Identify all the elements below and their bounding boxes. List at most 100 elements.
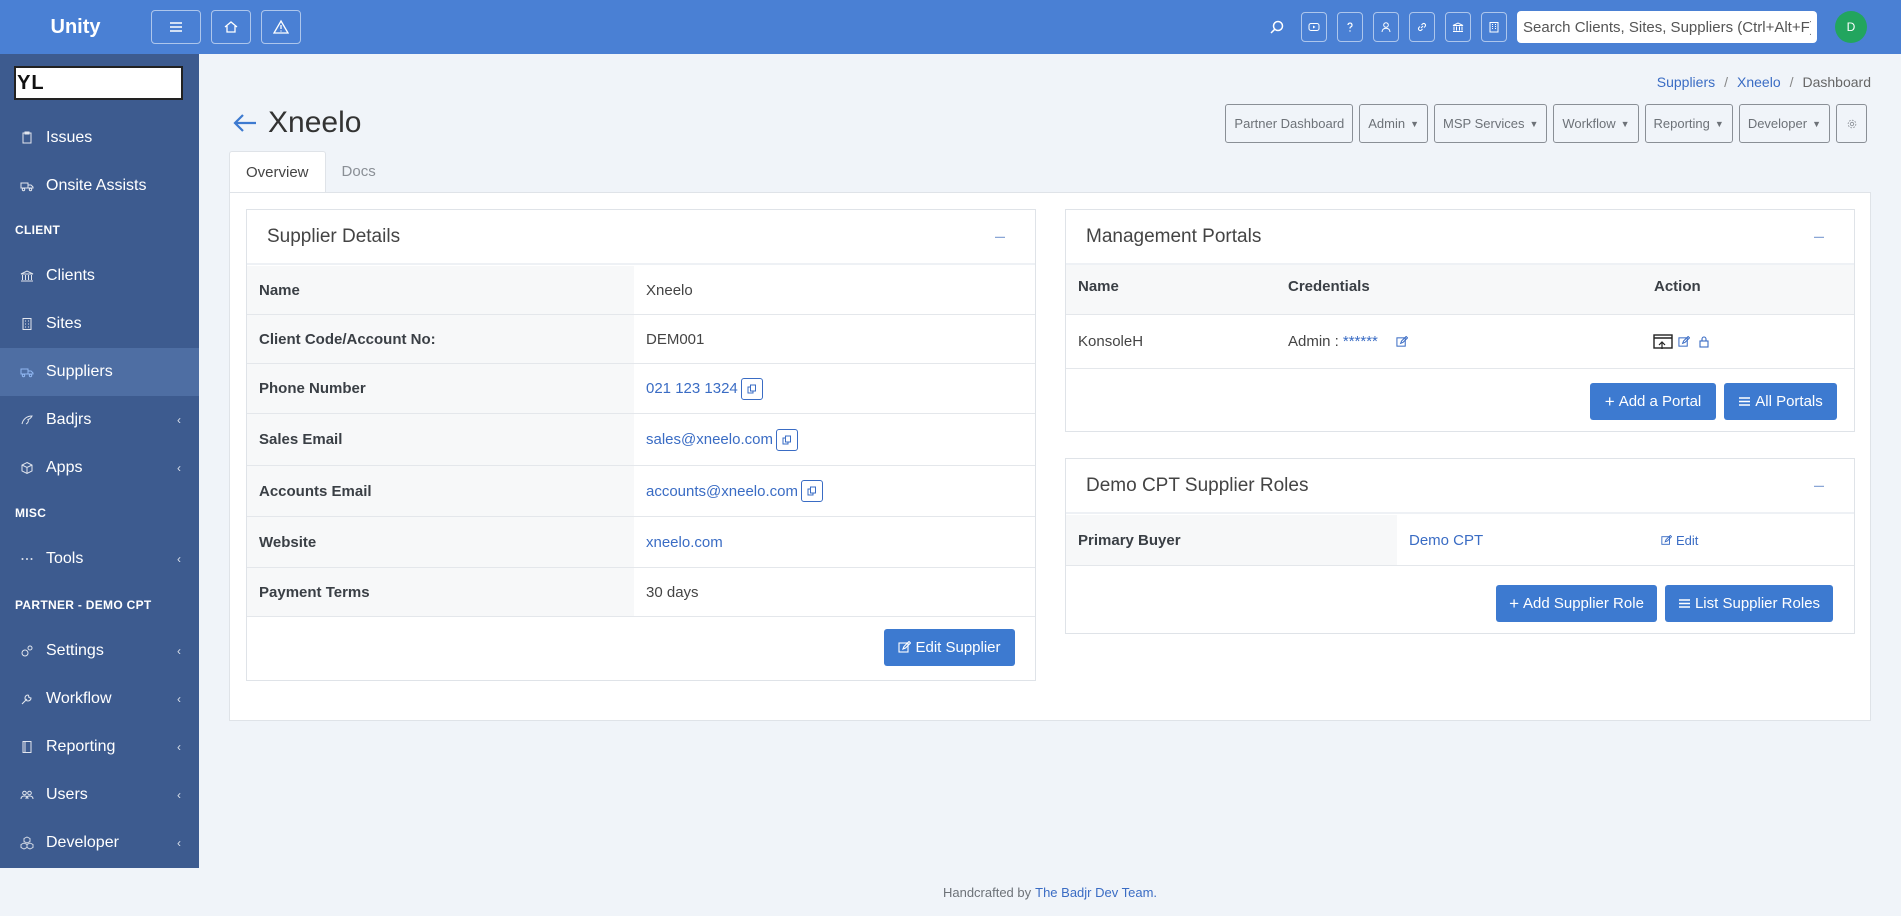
sites-shortcut-button[interactable]	[1481, 12, 1507, 42]
tab-overview[interactable]: Overview	[229, 151, 326, 192]
app-title[interactable]: Unity	[0, 16, 151, 39]
detail-label: Payment Terms	[247, 568, 634, 616]
all-portals-button[interactable]: All Portals	[1724, 383, 1837, 420]
sidebar-item-settings[interactable]: Settings ‹	[0, 627, 199, 675]
open-portal-icon[interactable]	[1653, 333, 1673, 351]
detail-value-container: sales@xneelo.com	[634, 428, 798, 451]
add-supplier-role-button[interactable]: + Add Supplier Role	[1496, 585, 1657, 622]
sidebar-item-workflow[interactable]: Workflow ‹	[0, 675, 199, 723]
copy-icon[interactable]	[740, 377, 763, 400]
accounts-email-link[interactable]: accounts@xneelo.com	[646, 483, 798, 500]
company-logo[interactable]: YL YOUR LOGO	[14, 66, 183, 100]
detail-row-sales-email: Sales Email sales@xneelo.com	[247, 414, 1035, 466]
link-label: Edit	[1676, 532, 1699, 548]
detail-label: Client Code/Account No:	[247, 315, 634, 363]
link-icon	[1418, 23, 1426, 31]
copy-icon[interactable]	[775, 428, 798, 451]
sidebar-item-developer[interactable]: Developer ‹	[0, 819, 199, 867]
sidebar-toggle-button[interactable]	[151, 10, 201, 44]
lock-icon[interactable]	[1698, 335, 1710, 348]
alerts-button[interactable]	[261, 10, 301, 44]
phone-link[interactable]: 021 123 1324	[646, 380, 738, 397]
edit-icon	[1661, 534, 1672, 545]
help-button[interactable]	[1337, 12, 1363, 42]
edit-icon[interactable]	[1678, 335, 1690, 348]
copy-icon[interactable]	[800, 480, 823, 502]
add-portal-button[interactable]: + Add a Portal	[1590, 383, 1716, 420]
sidebar-item-badjrs[interactable]: Badjrs ‹	[0, 396, 199, 444]
breadcrumb-xneelo[interactable]: Xneelo	[1737, 74, 1781, 90]
sidebar-item-label: Badjrs	[46, 411, 92, 428]
sidebar-item-tools[interactable]: Tools ‹	[0, 535, 199, 583]
card-title: Management Portals	[1086, 225, 1262, 247]
edit-icon[interactable]	[1396, 335, 1408, 348]
clients-shortcut-button[interactable]	[1445, 12, 1471, 42]
workflow-dropdown[interactable]: Workflow ▼	[1553, 104, 1639, 143]
management-portals-card: Management Portals – Name Credentials Ac…	[1065, 209, 1855, 432]
top-navbar: Unity D	[0, 0, 1901, 54]
role-value-link[interactable]: Demo CPT	[1409, 532, 1483, 549]
bank-icon	[19, 268, 35, 284]
msp-services-dropdown[interactable]: MSP Services ▼	[1434, 104, 1548, 143]
detail-value-container: accounts@xneelo.com	[634, 480, 823, 502]
breadcrumb-dashboard: Dashboard	[1802, 74, 1872, 90]
avatar[interactable]: D	[1835, 11, 1867, 43]
column-header-name: Name	[1078, 278, 1119, 295]
chevron-left-icon: ‹	[177, 413, 181, 427]
tab-bar: Overview Docs	[229, 151, 392, 192]
global-search-input[interactable]	[1517, 11, 1817, 43]
footer-link[interactable]: The Badjr Dev Team.	[1035, 885, 1157, 900]
collapse-icon[interactable]: –	[1814, 475, 1824, 496]
collapse-icon[interactable]: –	[1814, 226, 1824, 247]
settings-button[interactable]	[1836, 104, 1867, 143]
credential-user: Admin :	[1288, 333, 1339, 350]
back-arrow-icon[interactable]	[232, 110, 258, 136]
reporting-dropdown[interactable]: Reporting ▼	[1644, 104, 1733, 143]
button-label: All Portals	[1755, 393, 1823, 410]
sidebar-item-users[interactable]: Users ‹	[0, 771, 199, 819]
button-label: Reporting	[1653, 116, 1710, 131]
developer-dropdown[interactable]: Developer ▼	[1738, 104, 1830, 143]
links-button[interactable]	[1409, 12, 1435, 42]
sidebar-item-label: Developer	[46, 834, 119, 851]
credential-password[interactable]: ******	[1343, 333, 1378, 350]
card-title: Demo CPT Supplier Roles	[1086, 474, 1309, 496]
tab-docs[interactable]: Docs	[326, 151, 392, 192]
sidebar-item-label: Tools	[46, 550, 84, 567]
detail-label: Website	[247, 517, 634, 567]
sidebar-heading-partner: PARTNER - DEMO CPT	[15, 598, 152, 612]
breadcrumb-suppliers[interactable]: Suppliers	[1657, 74, 1715, 90]
sidebar-item-label: Apps	[46, 459, 83, 476]
list-supplier-roles-button[interactable]: List Supplier Roles	[1665, 585, 1833, 622]
sidebar-item-clients[interactable]: Clients	[0, 252, 199, 300]
video-button[interactable]	[1301, 12, 1327, 42]
detail-row-website: Website xneelo.com	[247, 517, 1035, 568]
home-button[interactable]	[211, 10, 251, 44]
partner-dashboard-button[interactable]: Partner Dashboard	[1225, 104, 1354, 143]
chevron-left-icon: ‹	[177, 692, 181, 706]
sidebar-item-suppliers[interactable]: Suppliers	[0, 348, 199, 396]
sidebar-item-apps[interactable]: Apps ‹	[0, 444, 199, 492]
detail-value-container: 021 123 1324	[634, 377, 763, 400]
page-toolbar: Partner Dashboard Admin ▼ MSP Services ▼ W…	[1219, 104, 1867, 143]
sidebar-item-sites[interactable]: Sites	[0, 300, 199, 348]
sales-email-link[interactable]: sales@xneelo.com	[646, 431, 773, 448]
admin-dropdown[interactable]: Admin ▼	[1359, 104, 1429, 143]
sidebar-item-issues[interactable]: Issues	[0, 114, 199, 162]
profile-button[interactable]	[1373, 12, 1399, 42]
collapse-icon[interactable]: –	[995, 226, 1005, 247]
detail-label: Name	[247, 266, 634, 314]
website-link[interactable]: xneelo.com	[634, 534, 723, 551]
caret-down-icon: ▼	[1620, 118, 1630, 129]
search-icon[interactable]	[1267, 17, 1287, 37]
detail-value: 30 days	[646, 583, 699, 601]
detail-value: DEM001	[646, 330, 705, 348]
chevron-left-icon: ‹	[177, 788, 181, 802]
edit-supplier-button[interactable]: Edit Supplier	[884, 629, 1015, 666]
sidebar-item-reporting[interactable]: Reporting ‹	[0, 723, 199, 771]
sidebar-item-label: Settings	[46, 642, 104, 659]
sidebar-item-onsite-assists[interactable]: Onsite Assists	[0, 162, 199, 210]
building-icon	[19, 316, 35, 332]
sidebar-item-label: Issues	[46, 129, 93, 146]
edit-role-link[interactable]: Edit	[1661, 533, 1698, 548]
